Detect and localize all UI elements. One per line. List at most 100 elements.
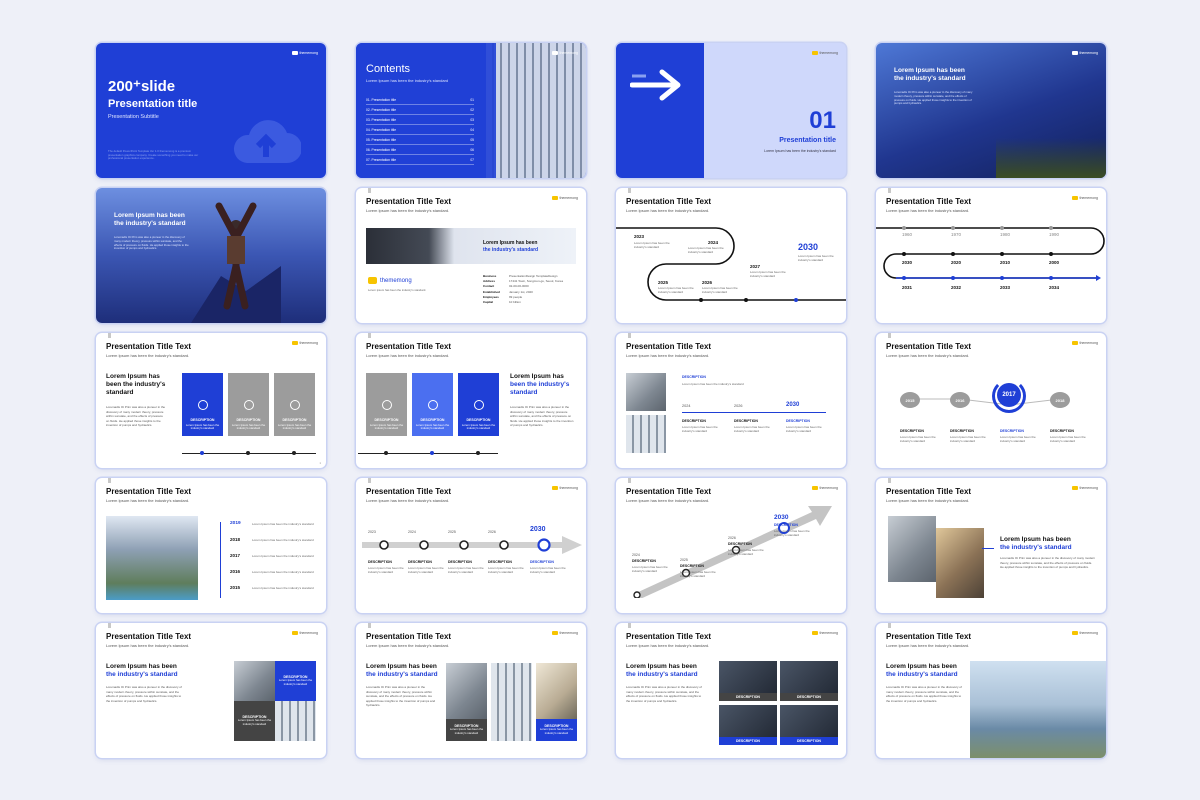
slide-business-photos[interactable]: Presentation Title Text Lorem Ipsum has … (616, 623, 846, 758)
slide-photo-mountain[interactable]: Lorem Ipsum has been the industry's stand… (96, 188, 326, 323)
profile-table: Business PresentationDesign TemplateDesig… (483, 274, 563, 305)
timeline-arrow-shape (362, 536, 582, 554)
slide-photos-timeline[interactable]: Presentation Title Text Lorem Ipsum has … (616, 333, 846, 468)
cover-big-title: 200⁺slide (108, 78, 176, 95)
globe-icon (427, 399, 438, 410)
slide-title: Presentation Title Text (366, 487, 452, 496)
slide-subtitle: Lorem Ipsum has been the industry's stan… (886, 498, 970, 503)
contents-item[interactable]: 05. Presentation title 05 (366, 135, 474, 145)
slide-photo-forest[interactable]: thememong Lorem Ipsum has been the indust… (876, 43, 1106, 178)
logo-mark-icon (291, 341, 298, 345)
brand-logo: thememong (1071, 486, 1098, 490)
slide-title: Presentation Title Text (366, 197, 452, 206)
slide-large-photo[interactable]: Presentation Title Text Lorem Ipsum has … (876, 623, 1106, 758)
contents-item[interactable]: 01. Presentation title 01 (366, 95, 474, 105)
slide-subtitle: Lorem Ipsum has been the industry's stan… (626, 208, 710, 213)
brand-logo: thememong (811, 51, 838, 55)
slide-subtitle: Lorem Ipsum has been the industry's stan… (626, 353, 710, 358)
logo-mark-icon (1071, 486, 1078, 490)
logo-mark-icon (811, 631, 818, 635)
contents-item[interactable]: 02. Presentation title 02 (366, 105, 474, 115)
mountain-body: Loremadis Ot Prim was also a pioneer in … (114, 235, 189, 251)
slide-subtitle: Lorem Ipsum has been the industry's stan… (886, 643, 970, 648)
slide-contents[interactable]: thememong Contents Lorem Ipsum has been … (356, 43, 586, 178)
chart-icon (473, 399, 484, 410)
slide-title: Presentation Title Text (106, 342, 192, 351)
slide-grid: thememong 200⁺slide Presentation title P… (96, 43, 1106, 758)
cover-note: The default PowerPoint Template Ver 1.0 … (108, 149, 199, 161)
slide-section[interactable]: thememong 01 Presentation title Lorem Ip… (616, 43, 846, 178)
contents-item[interactable]: 04. Presentation title 04 (366, 125, 474, 135)
section-panel (616, 43, 704, 178)
mountain-heading: Lorem Ipsum has been the industry's stand… (114, 212, 186, 227)
slide-title: Presentation Title Text (886, 342, 972, 351)
slide-subtitle: Lorem Ipsum has been the industry's stan… (886, 208, 970, 213)
contents-item[interactable]: 07. Presentation title 07 (366, 155, 474, 165)
slide-title: Presentation Title Text (626, 632, 712, 641)
cloud-upload-icon (233, 120, 301, 163)
climber-figure (191, 202, 281, 323)
brand-logo: thememong (291, 631, 318, 635)
building-photo (446, 663, 487, 719)
building-photo (491, 663, 532, 741)
slide-grid-cells[interactable]: Presentation Title Text Lorem Ipsum has … (96, 623, 326, 758)
logo-mark-icon (811, 51, 818, 55)
building-photo (234, 661, 275, 701)
slide-title: Presentation Title Text (366, 632, 452, 641)
brand-logo: thememong (551, 631, 578, 635)
slide-subtitle: Lorem Ipsum has been the industry's stan… (366, 353, 450, 358)
slide-subtitle: Lorem Ipsum has been the industry's stan… (366, 208, 450, 213)
logo-mark-icon (1071, 196, 1078, 200)
building-photo (486, 43, 586, 178)
slide-company-profile[interactable]: Presentation Title Text Lorem Ipsum has … (356, 188, 586, 323)
building-photo (626, 415, 666, 453)
brand-logo: thememong (811, 631, 838, 635)
brand-logo: thememong (1071, 196, 1098, 200)
building-photo (275, 701, 316, 741)
slide-three-boxes-a[interactable]: Presentation Title Text Lorem Ipsum has … (96, 333, 326, 468)
forest-body: Loremadis Ot Prim was also a pioneer in … (894, 90, 973, 106)
office-photo (719, 661, 777, 693)
office-photo (780, 705, 838, 737)
brand-logo: thememong (1071, 341, 1098, 345)
slide-subtitle: Lorem Ipsum has been the industry's stan… (106, 643, 190, 648)
office-photo (719, 705, 777, 737)
building-photo (106, 516, 198, 600)
logo-mark-icon (811, 486, 818, 490)
slide-title: Presentation Title Text (886, 632, 972, 641)
slide-subtitle: Lorem Ipsum has been the industry's stan… (106, 498, 190, 503)
image-icon (381, 399, 392, 410)
logo-mark-icon (551, 51, 558, 55)
contents-item[interactable]: 06. Presentation title 06 (366, 145, 474, 155)
slide-three-photos[interactable]: Presentation Title Text Lorem Ipsum has … (356, 623, 586, 758)
logo-mark-icon (551, 486, 558, 490)
contents-item[interactable]: 03. Presentation title 03 (366, 115, 474, 125)
brand-logo: thememong (291, 51, 318, 55)
slide-timeline-arrow[interactable]: Presentation Title Text Lorem Ipsum has … (356, 478, 586, 613)
brand-logo: thememong (291, 341, 318, 345)
business-banner-photo (366, 228, 576, 264)
slide-title: Presentation Title Text (366, 342, 452, 351)
brand-logo: thememong (1071, 51, 1098, 55)
logo-mark-icon (551, 196, 558, 200)
slide-two-photos[interactable]: Presentation Title Text Lorem Ipsum has … (876, 478, 1106, 613)
slide-title: Presentation Title Text (626, 487, 712, 496)
slide-timeline-list[interactable]: Presentation Title Text Lorem Ipsum has … (96, 478, 326, 613)
slide-timeline-wave[interactable]: Presentation Title Text Lorem Ipsum has … (616, 188, 846, 323)
building-photo (626, 373, 666, 411)
slide-cover[interactable]: thememong 200⁺slide Presentation title P… (96, 43, 326, 178)
section-subtitle: Lorem Ipsum has been the industry's stan… (764, 149, 836, 153)
image-icon (243, 399, 254, 410)
building-photo (888, 516, 936, 582)
wave-path (616, 227, 846, 302)
slide-subtitle: Lorem Ipsum has been the industry's stan… (366, 498, 450, 503)
slide-three-boxes-b[interactable]: Presentation Title Text Lorem Ipsum has … (356, 333, 586, 468)
brand-logo: thememong (551, 51, 578, 55)
slide-timeline-circles[interactable]: Presentation Title Text Lorem Ipsum has … (876, 333, 1106, 468)
slide-title: Presentation Title Text (106, 632, 192, 641)
slide-timeline-diagonal[interactable]: Presentation Title Text Lorem Ipsum has … (616, 478, 846, 613)
section-number: 01 (809, 107, 836, 134)
contents-list: 01. Presentation title 01 02. Presentatio… (366, 95, 474, 165)
slide-timeline-snake[interactable]: Presentation Title Text Lorem Ipsum has … (876, 188, 1106, 323)
building-photo (536, 663, 577, 719)
